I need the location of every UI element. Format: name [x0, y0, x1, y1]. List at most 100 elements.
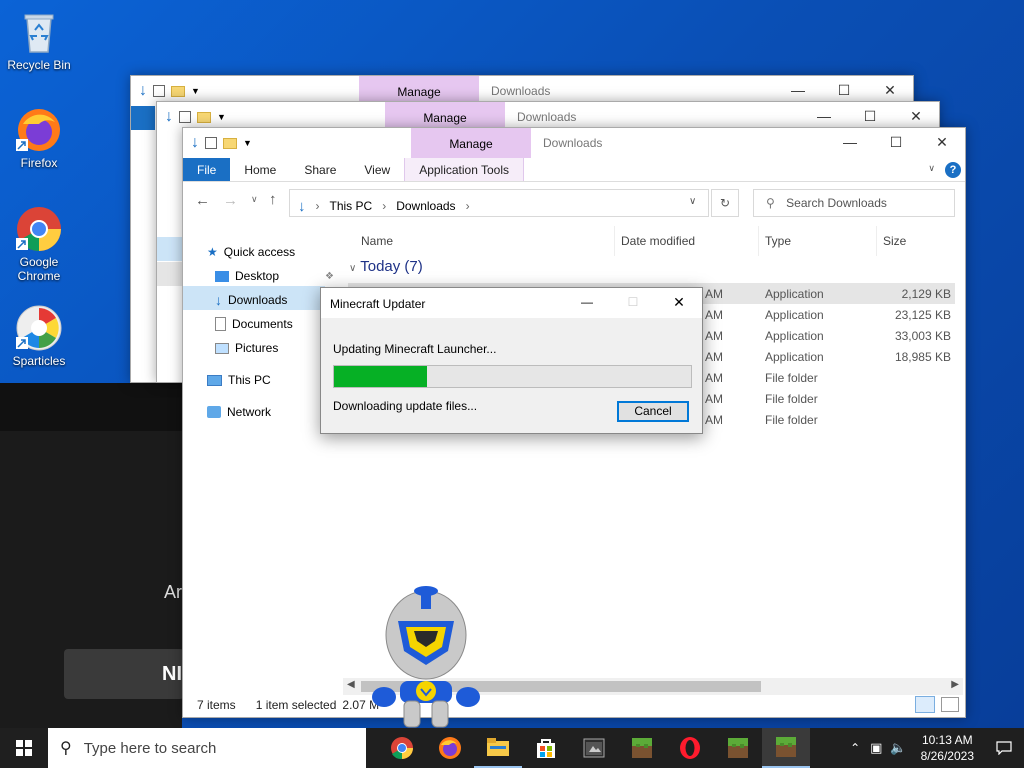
- network-icon[interactable]: ▣: [866, 740, 886, 756]
- expand-ribbon-icon[interactable]: ∨: [928, 163, 935, 174]
- tab-application-tools[interactable]: Application Tools: [404, 158, 525, 181]
- start-button[interactable]: [0, 728, 48, 768]
- taskbar-firefox[interactable]: [426, 728, 474, 768]
- new-folder-icon[interactable]: [223, 137, 237, 149]
- nav-pictures[interactable]: Pictures: [183, 334, 323, 358]
- details-view-icon[interactable]: [915, 696, 935, 713]
- row-date: AM: [705, 391, 723, 406]
- downloads-folder-icon: ↓: [298, 197, 306, 215]
- ribbon-tabs: File Home Share View Application Tools ∨…: [183, 158, 965, 182]
- chevron-down-icon[interactable]: ▼: [217, 112, 226, 122]
- nav-desktop[interactable]: Desktop ❖: [183, 262, 334, 286]
- chevron-right-icon[interactable]: ›: [382, 199, 386, 213]
- taskbar-opera[interactable]: [666, 728, 714, 768]
- up-arrow-icon[interactable]: ↑: [269, 191, 277, 208]
- row-type: Application: [765, 328, 824, 343]
- back-arrow-icon[interactable]: ←: [195, 192, 210, 209]
- chevron-up-icon[interactable]: ⌃: [844, 741, 866, 755]
- desktop-icon-firefox[interactable]: Firefox: [4, 106, 74, 170]
- dialog-status: Downloading update files...: [333, 399, 478, 413]
- status-item-count: 7 items: [197, 698, 236, 712]
- nav-quick-access[interactable]: ★ Quick access: [183, 238, 323, 262]
- folder-icon[interactable]: [197, 111, 211, 123]
- dialog-titlebar[interactable]: Minecraft Updater — ☐ ✕: [321, 288, 702, 318]
- downloads-folder-icon: ↓: [215, 292, 222, 308]
- file-tab[interactable]: [131, 106, 155, 130]
- background-app-button[interactable]: NI: [64, 649, 184, 699]
- row-date: AM: [705, 286, 723, 301]
- updater-dialog[interactable]: Minecraft Updater — ☐ ✕ Updating Minecra…: [320, 287, 703, 434]
- recent-locations-icon[interactable]: ∨: [251, 194, 258, 205]
- taskbar-chrome[interactable]: [378, 728, 426, 768]
- desktop-icon-google-chrome[interactable]: Google Chrome: [4, 205, 74, 283]
- pin-icon[interactable]: ❖: [325, 271, 334, 282]
- scroll-left-icon[interactable]: ◀: [347, 679, 355, 690]
- row-type: File folder: [765, 412, 818, 427]
- close-icon[interactable]: ✕: [656, 288, 702, 318]
- taskbar-minecraft-1[interactable]: [618, 728, 666, 768]
- minecraft-icon: [632, 738, 652, 758]
- close-icon[interactable]: ✕: [919, 128, 965, 158]
- taskbar-minecraft-2[interactable]: [714, 728, 762, 768]
- folder-icon[interactable]: [171, 85, 185, 97]
- column-date-modified[interactable]: Date modified: [615, 226, 759, 256]
- checkbox-icon[interactable]: [153, 85, 165, 97]
- chevron-right-icon[interactable]: ›: [466, 199, 470, 213]
- scroll-right-icon[interactable]: ▶: [951, 679, 959, 690]
- properties-checkbox-icon[interactable]: [205, 137, 217, 149]
- checkbox-icon[interactable]: [179, 111, 191, 123]
- address-bar[interactable]: ↓ › This PC › Downloads ›: [289, 189, 709, 217]
- desktop-icon-sparticles[interactable]: Sparticles: [4, 304, 74, 368]
- taskbar-minecraft-3[interactable]: [762, 728, 810, 768]
- notifications-icon[interactable]: [984, 728, 1024, 768]
- maximize-icon[interactable]: ☐: [873, 128, 919, 158]
- forward-arrow-icon[interactable]: →: [223, 192, 238, 209]
- search-box[interactable]: ⚲ Search Downloads: [753, 189, 955, 217]
- row-date: AM: [705, 328, 723, 343]
- chevron-down-icon[interactable]: ▼: [191, 86, 200, 96]
- taskbar-app-window[interactable]: [570, 728, 618, 768]
- volume-icon[interactable]: 🔈: [886, 740, 910, 756]
- tab-view[interactable]: View: [350, 158, 404, 181]
- breadcrumb-downloads[interactable]: Downloads: [396, 199, 455, 213]
- taskbar-store[interactable]: [522, 728, 570, 768]
- breadcrumb-this-pc[interactable]: This PC: [330, 199, 373, 213]
- manage-tab[interactable]: Manage: [411, 128, 531, 158]
- tab-share[interactable]: Share: [290, 158, 350, 181]
- tab-file[interactable]: File: [183, 158, 231, 181]
- column-name[interactable]: Name: [355, 226, 615, 256]
- help-icon[interactable]: ?: [945, 162, 961, 178]
- column-size[interactable]: Size: [877, 226, 955, 256]
- chevron-down-icon[interactable]: ▼: [243, 138, 252, 148]
- column-type[interactable]: Type: [759, 226, 877, 256]
- tab-home[interactable]: Home: [230, 158, 290, 181]
- nav-this-pc[interactable]: This PC: [183, 366, 323, 390]
- nav-downloads[interactable]: ↓ Downloads: [183, 286, 325, 310]
- refresh-icon[interactable]: ↻: [711, 189, 739, 217]
- background-app-header: [0, 383, 182, 431]
- cancel-button[interactable]: Cancel: [617, 401, 689, 422]
- quick-access-toolbar: ↓ ▼: [165, 108, 226, 126]
- mascot-robot[interactable]: [370, 585, 482, 728]
- dialog-title: Minecraft Updater: [330, 297, 426, 311]
- taskbar-search-placeholder: Type here to search: [83, 739, 217, 757]
- row-date: AM: [705, 349, 723, 364]
- minimize-icon[interactable]: —: [564, 288, 610, 318]
- chevron-right-icon[interactable]: ›: [316, 199, 320, 213]
- group-header[interactable]: ∨ Today (7): [349, 258, 423, 275]
- maximize-icon: ☐: [627, 295, 639, 309]
- desktop-icon-recycle-bin[interactable]: Recycle Bin: [4, 8, 74, 72]
- address-dropdown-icon[interactable]: ∨: [689, 196, 696, 207]
- chrome-icon: [15, 205, 63, 253]
- taskbar-file-explorer[interactable]: [474, 728, 522, 768]
- taskbar-search[interactable]: ⚲ Type here to search: [48, 728, 366, 768]
- clock[interactable]: 10:13 AM 8/26/2023: [911, 732, 984, 764]
- search-placeholder: Search Downloads: [786, 196, 887, 210]
- large-icons-view-icon[interactable]: [941, 697, 959, 712]
- minimize-icon[interactable]: —: [827, 128, 873, 158]
- nav-network[interactable]: Network: [183, 398, 323, 422]
- background-app-text: Ar: [164, 582, 182, 602]
- nav-documents[interactable]: Documents: [183, 310, 323, 334]
- computer-icon: [207, 374, 222, 386]
- minecraft-icon: [776, 737, 796, 757]
